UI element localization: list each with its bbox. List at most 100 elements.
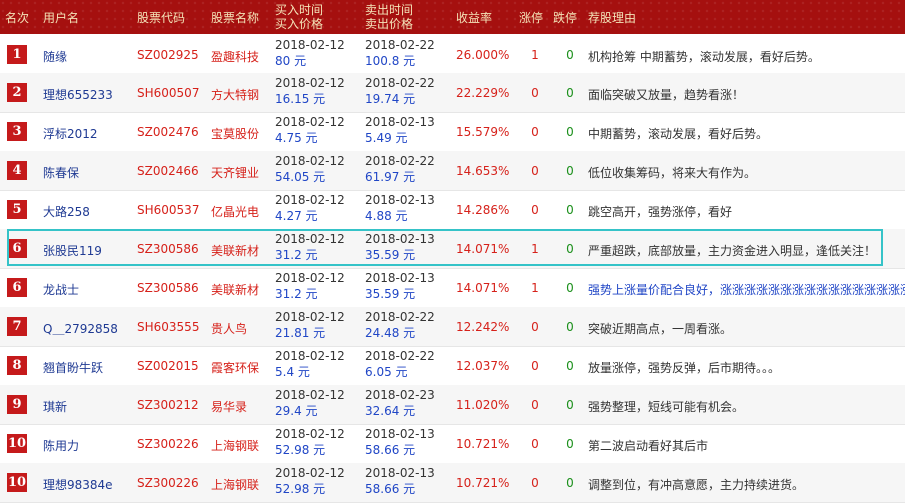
sell-cell: 2018-02-13 58.66 元	[365, 426, 435, 458]
header-reason: 荐股理由	[588, 11, 637, 25]
rank-badge: 9	[7, 395, 27, 414]
header-dt: 跌停	[553, 11, 578, 25]
buy-date: 2018-02-12	[275, 115, 345, 129]
sell-price: 58.66 元	[365, 482, 416, 496]
return-rate: 26.000%	[456, 48, 510, 62]
limit-up-count: 0	[531, 203, 539, 217]
user-link[interactable]: 大路258	[43, 203, 90, 220]
user-link[interactable]: 陈春保	[43, 164, 79, 181]
rank-badge: 10	[7, 434, 27, 453]
stock-name-link[interactable]: 美联新材	[211, 281, 259, 298]
header-rank: 名次	[5, 11, 30, 25]
stock-name-link[interactable]: 贵人鸟	[211, 320, 247, 337]
stock-name-link[interactable]: 上海钢联	[211, 476, 259, 493]
sell-date: 2018-02-22	[365, 349, 435, 363]
table-row: 2 理想655233 SH600507 方大特钢 2018-02-12 16.15 元 20…	[0, 73, 905, 113]
sell-date: 2018-02-13	[365, 271, 435, 285]
limit-up-count: 0	[531, 86, 539, 100]
table-row: 7 Q＿2792858 SH603555 贵人鸟 2018-02-12 21.81 元 20…	[0, 307, 905, 347]
buy-date: 2018-02-12	[275, 154, 345, 168]
user-link[interactable]: Q＿2792858	[43, 320, 118, 337]
user-link[interactable]: 理想98384e	[43, 476, 113, 493]
stock-name-link[interactable]: 天齐锂业	[211, 164, 259, 181]
stock-name-link[interactable]: 亿晶光电	[211, 203, 259, 220]
stock-code-link[interactable]: SH600537	[137, 203, 199, 217]
header-sell-time: 卖出时间	[365, 3, 414, 17]
limit-up-count: 0	[531, 125, 539, 139]
stock-name-link[interactable]: 易华录	[211, 398, 247, 415]
buy-price: 52.98 元	[275, 482, 326, 496]
stock-code-link[interactable]: SH603555	[137, 320, 199, 334]
user-link[interactable]: 琪新	[43, 398, 67, 415]
rank-badge: 1	[7, 45, 27, 64]
limit-up-count: 0	[531, 320, 539, 334]
stock-name-link[interactable]: 方大特钢	[211, 86, 259, 103]
buy-price: 29.4 元	[275, 404, 318, 418]
rank-badge: 6	[7, 278, 27, 297]
buy-date: 2018-02-12	[275, 38, 345, 52]
sell-price: 19.74 元	[365, 92, 416, 106]
rank-badge: 5	[7, 200, 27, 219]
stock-code-link[interactable]: SZ002015	[137, 359, 199, 373]
buy-date: 2018-02-12	[275, 388, 345, 402]
header-zt: 涨停	[519, 11, 544, 25]
stock-name-link[interactable]: 盈趣科技	[211, 48, 259, 65]
stock-code-link[interactable]: SZ300586	[137, 281, 199, 295]
header-user: 用户名	[43, 11, 80, 25]
user-link[interactable]: 龙战士	[43, 281, 79, 298]
user-link[interactable]: 陈用力	[43, 437, 79, 454]
table-row: 1 随缘 SZ002925 盈趣科技 2018-02-12 80 元 2018-02-22 1…	[0, 35, 905, 75]
buy-cell: 2018-02-12 21.81 元	[275, 309, 345, 341]
header-buy-time: 买入时间	[275, 3, 324, 17]
buy-date: 2018-02-12	[275, 427, 345, 441]
sell-price: 35.59 元	[365, 287, 416, 301]
user-link[interactable]: 随缘	[43, 48, 67, 65]
buy-cell: 2018-02-12 5.4 元	[275, 348, 345, 380]
user-link[interactable]: 浮标2012	[43, 125, 98, 142]
buy-cell: 2018-02-12 54.05 元	[275, 153, 345, 185]
recommend-reason: 低位收集筹码，将来大有作为。	[588, 166, 757, 180]
buy-date: 2018-02-12	[275, 271, 345, 285]
sell-cell: 2018-02-22 19.74 元	[365, 75, 435, 107]
sell-cell: 2018-02-13 58.66 元	[365, 465, 435, 497]
stock-code-link[interactable]: SZ002466	[137, 164, 199, 178]
sell-price: 4.88 元	[365, 209, 408, 223]
table-row: 10 陈用力 SZ300226 上海钢联 2018-02-12 52.98 元 2018-0…	[0, 424, 905, 464]
sell-price: 24.48 元	[365, 326, 416, 340]
stock-code-link[interactable]: SZ002476	[137, 125, 199, 139]
stock-name-link[interactable]: 宝莫股份	[211, 125, 259, 142]
return-rate: 22.229%	[456, 86, 510, 100]
sell-date: 2018-02-13	[365, 427, 435, 441]
buy-price: 16.15 元	[275, 92, 326, 106]
limit-down-count: 0	[566, 320, 574, 334]
buy-cell: 2018-02-12 16.15 元	[275, 75, 345, 107]
stock-code-link[interactable]: SZ300226	[137, 476, 199, 490]
sell-date: 2018-02-22	[365, 38, 435, 52]
buy-cell: 2018-02-12 31.2 元	[275, 270, 345, 302]
buy-cell: 2018-02-12 52.98 元	[275, 426, 345, 458]
limit-down-count: 0	[566, 164, 574, 178]
return-rate: 12.242%	[456, 320, 510, 334]
user-link[interactable]: 理想655233	[43, 86, 113, 103]
stock-code-link[interactable]: SZ002925	[137, 48, 199, 62]
return-rate: 14.653%	[456, 164, 510, 178]
user-link[interactable]: 翘首盼牛跃	[43, 359, 103, 376]
buy-cell: 2018-02-12 52.98 元	[275, 465, 345, 497]
buy-price: 5.4 元	[275, 365, 310, 379]
recommend-reason: 强势整理，短线可能有机会。	[588, 400, 745, 414]
table-row: 9 琪新 SZ300212 易华录 2018-02-12 29.4 元 2018-02-23…	[0, 385, 905, 425]
stock-code-link[interactable]: SZ300226	[137, 437, 199, 451]
sell-date: 2018-02-13	[365, 115, 435, 129]
limit-up-count: 0	[531, 359, 539, 373]
stock-code-link[interactable]: SH600507	[137, 86, 199, 100]
buy-cell: 2018-02-12 29.4 元	[275, 387, 345, 419]
sell-date: 2018-02-22	[365, 76, 435, 90]
limit-up-count: 1	[531, 281, 539, 295]
recommend-reason[interactable]: 强势上涨量价配合良好，涨涨涨涨涨涨涨涨涨涨涨涨涨涨涨涨涨涨涨涨涨涨	[588, 281, 905, 298]
buy-cell: 2018-02-12 4.27 元	[275, 192, 345, 224]
stock-name-link[interactable]: 上海钢联	[211, 437, 259, 454]
stock-name-link[interactable]: 霞客环保	[211, 359, 259, 376]
return-rate: 15.579%	[456, 125, 510, 139]
stock-code-link[interactable]: SZ300212	[137, 398, 199, 412]
buy-price: 31.2 元	[275, 287, 318, 301]
